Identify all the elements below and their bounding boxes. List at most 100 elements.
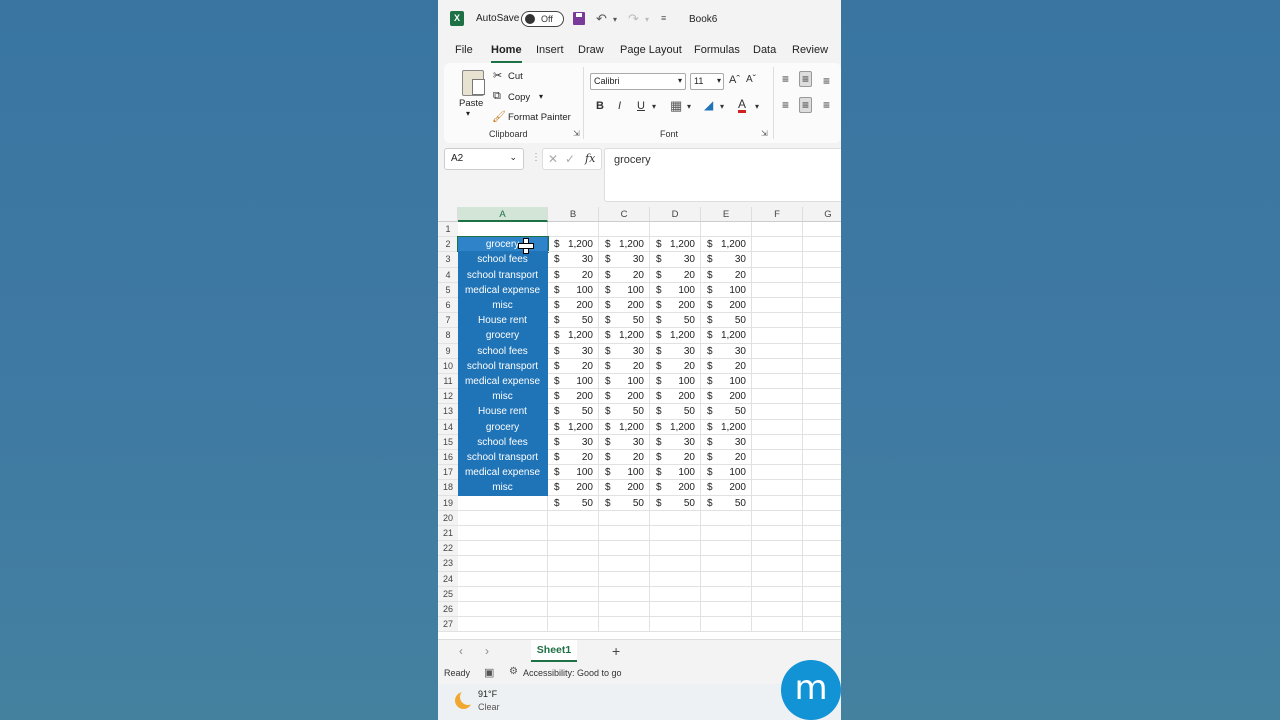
format-painter-label[interactable]: Format Painter — [508, 112, 571, 123]
row-header[interactable]: 10 — [438, 358, 458, 374]
next-sheet-icon[interactable]: › — [485, 644, 489, 658]
clipboard-launcher-icon[interactable]: ⇲ — [573, 129, 580, 138]
cell-g13[interactable] — [803, 404, 841, 420]
autosave-toggle[interactable]: Off — [521, 11, 564, 27]
cell-c19[interactable]: $50 — [599, 495, 650, 511]
row-header[interactable]: 22 — [438, 541, 458, 557]
redo-dropdown-icon[interactable]: ▾ — [645, 15, 649, 24]
cell-e4[interactable]: $20 — [701, 267, 752, 283]
undo-icon[interactable]: ↶ — [596, 11, 607, 27]
cell-e19[interactable]: $50 — [701, 495, 752, 511]
cell-g1[interactable] — [803, 222, 841, 238]
prev-sheet-icon[interactable]: ‹ — [459, 644, 463, 658]
paste-icon[interactable] — [462, 70, 485, 96]
cell-a5[interactable]: medical expense — [458, 282, 548, 298]
row-header[interactable]: 17 — [438, 465, 458, 481]
cell-e11[interactable]: $100 — [701, 374, 752, 390]
cell-a16[interactable]: school transport — [458, 450, 548, 466]
cell-e20[interactable] — [701, 510, 752, 526]
accessibility-icon[interactable]: ⚙ — [509, 666, 518, 677]
align-middle-icon[interactable]: ≡ — [799, 71, 813, 87]
cell-e22[interactable] — [701, 541, 752, 557]
tab-data[interactable]: Data — [753, 44, 776, 56]
cell-e21[interactable] — [701, 526, 752, 542]
cell-c20[interactable] — [599, 510, 650, 526]
cell-b22[interactable] — [548, 541, 599, 557]
decrease-font-icon[interactable]: Aˇ — [746, 74, 756, 85]
accessibility-status[interactable]: Accessibility: Good to go — [523, 668, 622, 678]
cell-d2[interactable]: $1,200 — [650, 237, 701, 253]
cell-c23[interactable] — [599, 556, 650, 572]
column-header-b[interactable]: B — [548, 207, 599, 222]
cell-f22[interactable] — [752, 541, 803, 557]
cell-g22[interactable] — [803, 541, 841, 557]
cell-b9[interactable]: $30 — [548, 343, 599, 359]
cell-g27[interactable] — [803, 617, 841, 633]
select-all-corner[interactable] — [438, 207, 458, 222]
formula-input[interactable]: grocery — [604, 148, 841, 202]
cell-a4[interactable]: school transport — [458, 267, 548, 283]
weather-condition[interactable]: Clear — [478, 702, 500, 712]
macro-recording-icon[interactable]: ▣ — [484, 666, 494, 679]
row-header[interactable]: 5 — [438, 282, 458, 298]
customize-toolbar-icon[interactable]: ≡ — [661, 13, 666, 23]
cell-d6[interactable]: $200 — [650, 298, 701, 314]
cell-e6[interactable]: $200 — [701, 298, 752, 314]
cell-f27[interactable] — [752, 617, 803, 633]
align-left-icon[interactable]: ≡ — [782, 98, 789, 112]
cell-g6[interactable] — [803, 298, 841, 314]
cell-a3[interactable]: school fees — [458, 252, 548, 268]
cell-c21[interactable] — [599, 526, 650, 542]
fill-color-dropdown-icon[interactable]: ▾ — [720, 102, 724, 111]
cell-e10[interactable]: $20 — [701, 358, 752, 374]
cell-d13[interactable]: $50 — [650, 404, 701, 420]
cancel-icon[interactable]: ✕ — [548, 152, 558, 166]
column-header-c[interactable]: C — [599, 207, 650, 222]
cell-e8[interactable]: $1,200 — [701, 328, 752, 344]
cell-b12[interactable]: $200 — [548, 389, 599, 405]
cell-g3[interactable] — [803, 252, 841, 268]
cell-b5[interactable]: $100 — [548, 282, 599, 298]
cell-c1[interactable] — [599, 222, 650, 238]
cell-c11[interactable]: $100 — [599, 374, 650, 390]
cell-a10[interactable]: school transport — [458, 358, 548, 374]
tab-formulas[interactable]: Formulas — [694, 44, 740, 56]
cell-a7[interactable]: House rent — [458, 313, 548, 329]
cell-c15[interactable]: $30 — [599, 434, 650, 450]
cell-b4[interactable]: $20 — [548, 267, 599, 283]
row-header[interactable]: 27 — [438, 617, 458, 633]
cell-g23[interactable] — [803, 556, 841, 572]
sheet-tab-sheet1[interactable]: Sheet1 — [531, 640, 577, 662]
cell-c7[interactable]: $50 — [599, 313, 650, 329]
cell-d12[interactable]: $200 — [650, 389, 701, 405]
tab-review[interactable]: Review — [792, 44, 828, 56]
paste-dropdown-icon[interactable]: ▾ — [466, 109, 470, 118]
cell-f1[interactable] — [752, 222, 803, 238]
row-header[interactable]: 25 — [438, 586, 458, 602]
cell-e12[interactable]: $200 — [701, 389, 752, 405]
italic-button[interactable]: I — [618, 100, 621, 112]
cell-d23[interactable] — [650, 556, 701, 572]
row-header[interactable]: 26 — [438, 602, 458, 618]
cell-a11[interactable]: medical expense — [458, 374, 548, 390]
cell-b24[interactable] — [548, 571, 599, 587]
cell-e24[interactable] — [701, 571, 752, 587]
cell-f19[interactable] — [752, 495, 803, 511]
cell-f10[interactable] — [752, 358, 803, 374]
cell-c9[interactable]: $30 — [599, 343, 650, 359]
cell-b2[interactable]: $1,200 — [548, 237, 599, 253]
cell-a12[interactable]: misc — [458, 389, 548, 405]
cell-g17[interactable] — [803, 465, 841, 481]
cell-b27[interactable] — [548, 617, 599, 633]
cell-c14[interactable]: $1,200 — [599, 419, 650, 435]
column-header-e[interactable]: E — [701, 207, 752, 222]
tab-file[interactable]: File — [455, 44, 473, 56]
cell-g16[interactable] — [803, 450, 841, 466]
row-header[interactable]: 24 — [438, 571, 458, 587]
cell-g7[interactable] — [803, 313, 841, 329]
cell-c6[interactable]: $200 — [599, 298, 650, 314]
cell-c16[interactable]: $20 — [599, 450, 650, 466]
cell-g14[interactable] — [803, 420, 841, 435]
copy-label[interactable]: Copy — [508, 92, 530, 103]
cell-g4[interactable] — [803, 268, 841, 283]
